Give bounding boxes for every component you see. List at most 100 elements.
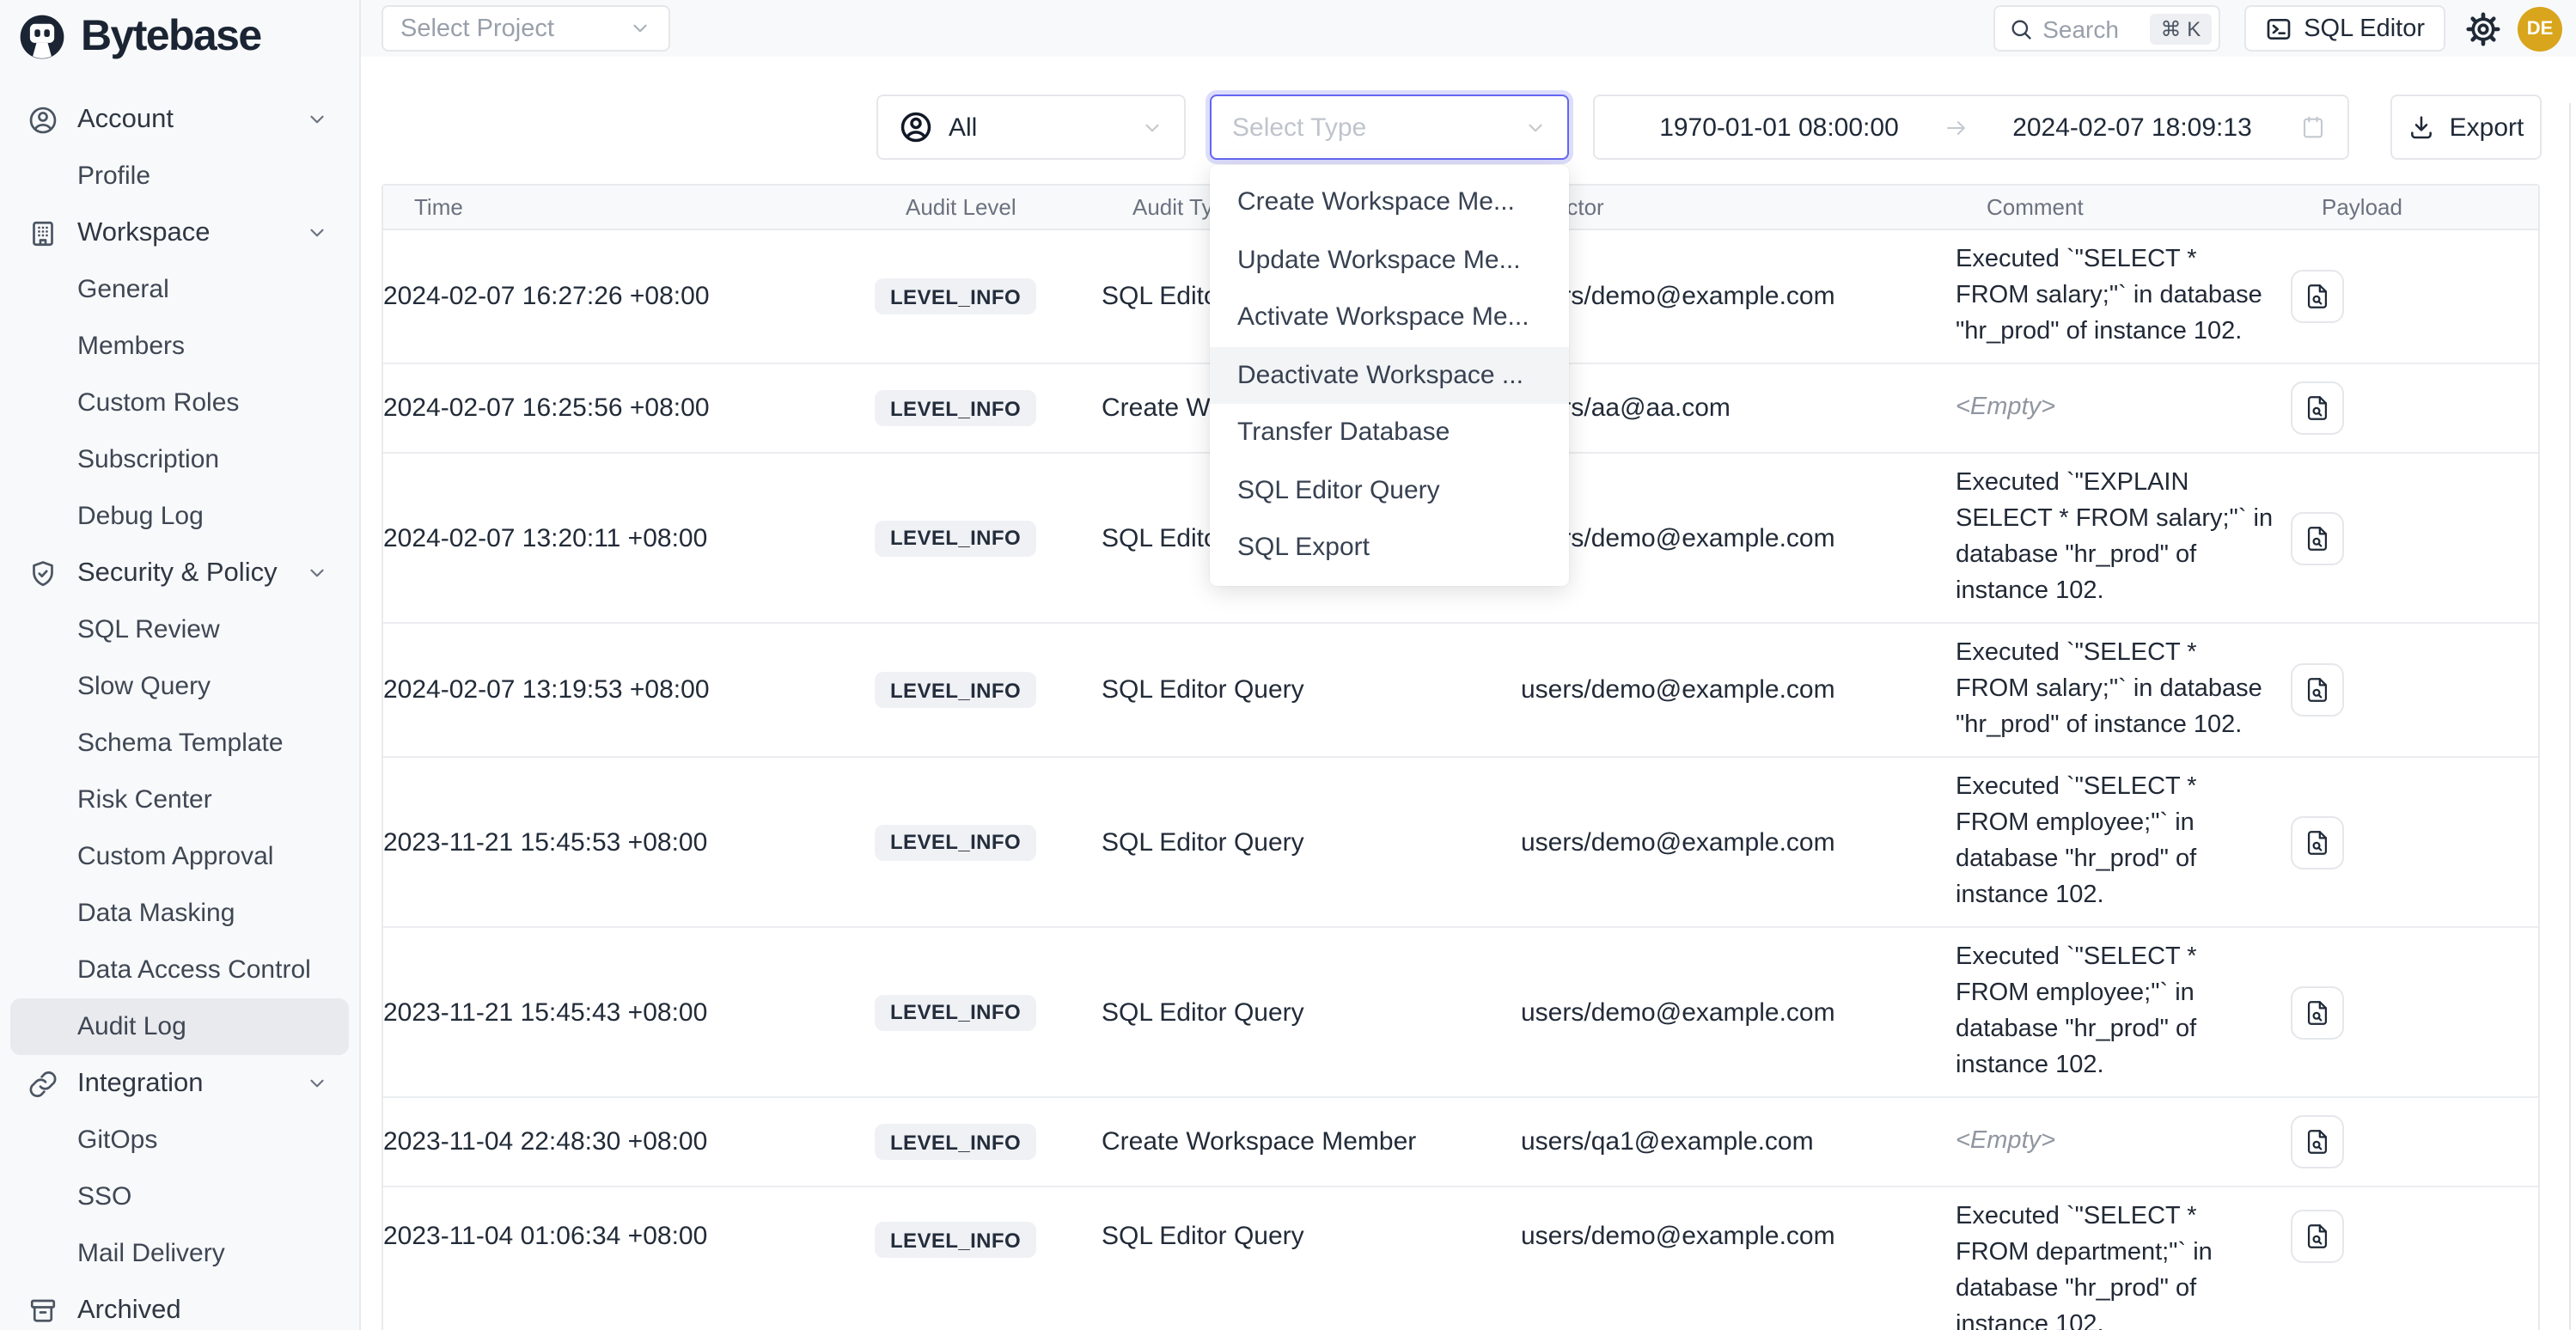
settings-gear-icon[interactable] <box>2464 9 2502 47</box>
payload-view-button[interactable] <box>2291 663 2344 717</box>
cell-comment: <Empty> <box>1956 1124 2291 1160</box>
cell-comment: Executed `"SELECT * FROM employee;"` in … <box>1956 770 2291 914</box>
search-input[interactable]: Search ⌘ K <box>1993 5 2219 52</box>
menu-item-sql-export[interactable]: SQL Export <box>1210 519 1569 577</box>
sidebar-item-custom-approval[interactable]: Custom Approval <box>10 828 349 885</box>
sidebar-item-label: Audit Log <box>77 1012 186 1041</box>
chevron-down-icon <box>306 562 328 584</box>
search-shortcut-badge: ⌘ K <box>2151 13 2212 44</box>
audit-level-badge: LEVEL_INFO <box>875 390 1036 426</box>
file-search-icon <box>2303 523 2332 552</box>
actor-filter-select[interactable]: All <box>876 95 1186 160</box>
sidebar-item-label: Schema Template <box>77 729 284 758</box>
sidebar-item-data-masking[interactable]: Data Masking <box>10 885 349 942</box>
sidebar-item-mail-delivery[interactable]: Mail Delivery <box>10 1225 349 1282</box>
chevron-down-icon <box>306 1072 328 1095</box>
cell-actor: users/demo@example.com <box>1521 282 1956 311</box>
sidebar-item-sso[interactable]: SSO <box>10 1168 349 1225</box>
payload-view-button[interactable] <box>2291 985 2344 1039</box>
payload-view-button[interactable] <box>2291 511 2344 564</box>
sidebar-item-label: Debug Log <box>77 502 204 531</box>
audit-level-badge: LEVEL_INFO <box>875 520 1036 556</box>
menu-item-sql-editor-query[interactable]: SQL Editor Query <box>1210 461 1569 519</box>
cell-payload <box>2291 381 2538 435</box>
bytebase-logo[interactable]: Bytebase <box>0 0 359 62</box>
sidebar-item-account[interactable]: Account <box>10 91 349 148</box>
chevron-down-icon <box>1524 116 1547 138</box>
type-filter-select[interactable]: Select Type <box>1210 95 1569 160</box>
date-range-picker[interactable]: 1970-01-01 08:00:00 2024-02-07 18:09:13 <box>1593 95 2349 160</box>
filter-bar: All Select Type 1970-01-01 08:00:00 2024… <box>361 57 2576 160</box>
date-to-value[interactable]: 2024-02-07 18:09:13 <box>1969 113 2296 142</box>
audit-level-badge: LEVEL_INFO <box>875 994 1036 1030</box>
date-from-value[interactable]: 1970-01-01 08:00:00 <box>1615 113 1943 142</box>
sidebar-item-debug-log[interactable]: Debug Log <box>10 488 349 545</box>
topbar: Select Project Search ⌘ K SQL Editor DE <box>361 0 2576 57</box>
sidebar-item-slow-query[interactable]: Slow Query <box>10 658 349 715</box>
audit-level-badge: LEVEL_INFO <box>875 1222 1036 1258</box>
menu-item-create-workspace-me[interactable]: Create Workspace Me... <box>1210 174 1569 231</box>
menu-item-update-workspace-me[interactable]: Update Workspace Me... <box>1210 231 1569 289</box>
user-circle-icon <box>27 104 58 135</box>
sidebar-item-label: Workspace <box>77 217 211 248</box>
sidebar-item-profile[interactable]: Profile <box>10 148 349 204</box>
sidebar-item-audit-log[interactable]: Audit Log <box>10 998 349 1055</box>
sidebar-item-label: Subscription <box>77 445 219 474</box>
sidebar-item-subscription[interactable]: Subscription <box>10 431 349 488</box>
audit-type-dropdown-menu: Create Workspace Me...Update Workspace M… <box>1210 165 1569 585</box>
sidebar-item-schema-template[interactable]: Schema Template <box>10 715 349 772</box>
sidebar-item-sql-review[interactable]: SQL Review <box>10 601 349 658</box>
user-circle-icon <box>899 110 933 144</box>
cell-comment: Executed `"SELECT * FROM department;"` i… <box>1956 1199 2291 1330</box>
sidebar-item-integration[interactable]: Integration <box>10 1055 349 1112</box>
sidebar-item-label: Mail Delivery <box>77 1239 225 1268</box>
table-row: 2023-11-04 01:06:34 +08:00LEVEL_INFO SQL … <box>383 1187 2538 1330</box>
payload-view-button[interactable] <box>2291 270 2344 323</box>
file-search-icon <box>2303 998 2332 1027</box>
column-header-actor: Actor <box>1552 194 1987 220</box>
cell-payload <box>2291 511 2538 564</box>
audit-level-badge: LEVEL_INFO <box>875 672 1036 708</box>
sidebar-item-general[interactable]: General <box>10 261 349 318</box>
app-window: Bytebase AccountProfile Workspace General M… <box>0 0 2576 1330</box>
download-icon <box>2408 113 2436 141</box>
file-search-icon <box>2303 1222 2332 1251</box>
cell-comment: <Empty> <box>1956 390 2291 426</box>
menu-item-transfer-database[interactable]: Transfer Database <box>1210 404 1569 461</box>
cell-actor: users/demo@example.com <box>1521 827 1956 857</box>
sidebar-item-workspace[interactable]: Workspace <box>10 204 349 261</box>
bytebase-mascot-icon <box>17 11 67 61</box>
audit-level-badge: LEVEL_INFO <box>875 278 1036 314</box>
menu-item-deactivate-workspace[interactable]: Deactivate Workspace ... <box>1210 346 1569 404</box>
cell-audit-level: LEVEL_INFO <box>875 994 1102 1030</box>
sidebar-item-custom-roles[interactable]: Custom Roles <box>10 375 349 431</box>
sidebar-item-security-policy[interactable]: Security & Policy <box>10 545 349 601</box>
cell-time: 2023-11-04 01:06:34 +08:00 <box>383 1199 875 1251</box>
cell-comment: Executed `"SELECT * FROM salary;"` in da… <box>1956 636 2291 744</box>
cell-payload <box>2291 1115 2538 1168</box>
payload-view-button[interactable] <box>2291 381 2344 435</box>
export-button[interactable]: Export <box>2390 95 2542 160</box>
file-search-icon <box>2303 394 2332 423</box>
avatar[interactable]: DE <box>2518 6 2562 51</box>
project-select[interactable]: Select Project <box>382 5 670 52</box>
sidebar-item-archived[interactable]: Archived <box>10 1282 349 1330</box>
cell-audit-type: SQL Editor Query <box>1102 998 1521 1027</box>
cell-payload <box>2291 815 2538 869</box>
sidebar-item-members[interactable]: Members <box>10 318 349 375</box>
menu-item-activate-workspace-me[interactable]: Activate Workspace Me... <box>1210 289 1569 346</box>
payload-view-button[interactable] <box>2291 1115 2344 1168</box>
sidebar-item-data-access-control[interactable]: Data Access Control <box>10 942 349 998</box>
sidebar-item-risk-center[interactable]: Risk Center <box>10 772 349 828</box>
sidebar-item-gitops[interactable]: GitOps <box>10 1112 349 1168</box>
cell-audit-type: SQL Editor Query <box>1102 1199 1521 1251</box>
payload-view-button[interactable] <box>2291 815 2344 869</box>
file-search-icon <box>2303 282 2332 311</box>
payload-view-button[interactable] <box>2291 1210 2344 1263</box>
sidebar-item-label: GitOps <box>77 1126 157 1155</box>
scrollbar-track <box>2569 103 2571 1330</box>
sidebar-item-label: Archived <box>77 1295 181 1326</box>
sidebar-item-label: Integration <box>77 1068 204 1099</box>
sql-editor-button[interactable]: SQL Editor <box>2243 5 2445 52</box>
sidebar-item-label: Members <box>77 332 185 361</box>
